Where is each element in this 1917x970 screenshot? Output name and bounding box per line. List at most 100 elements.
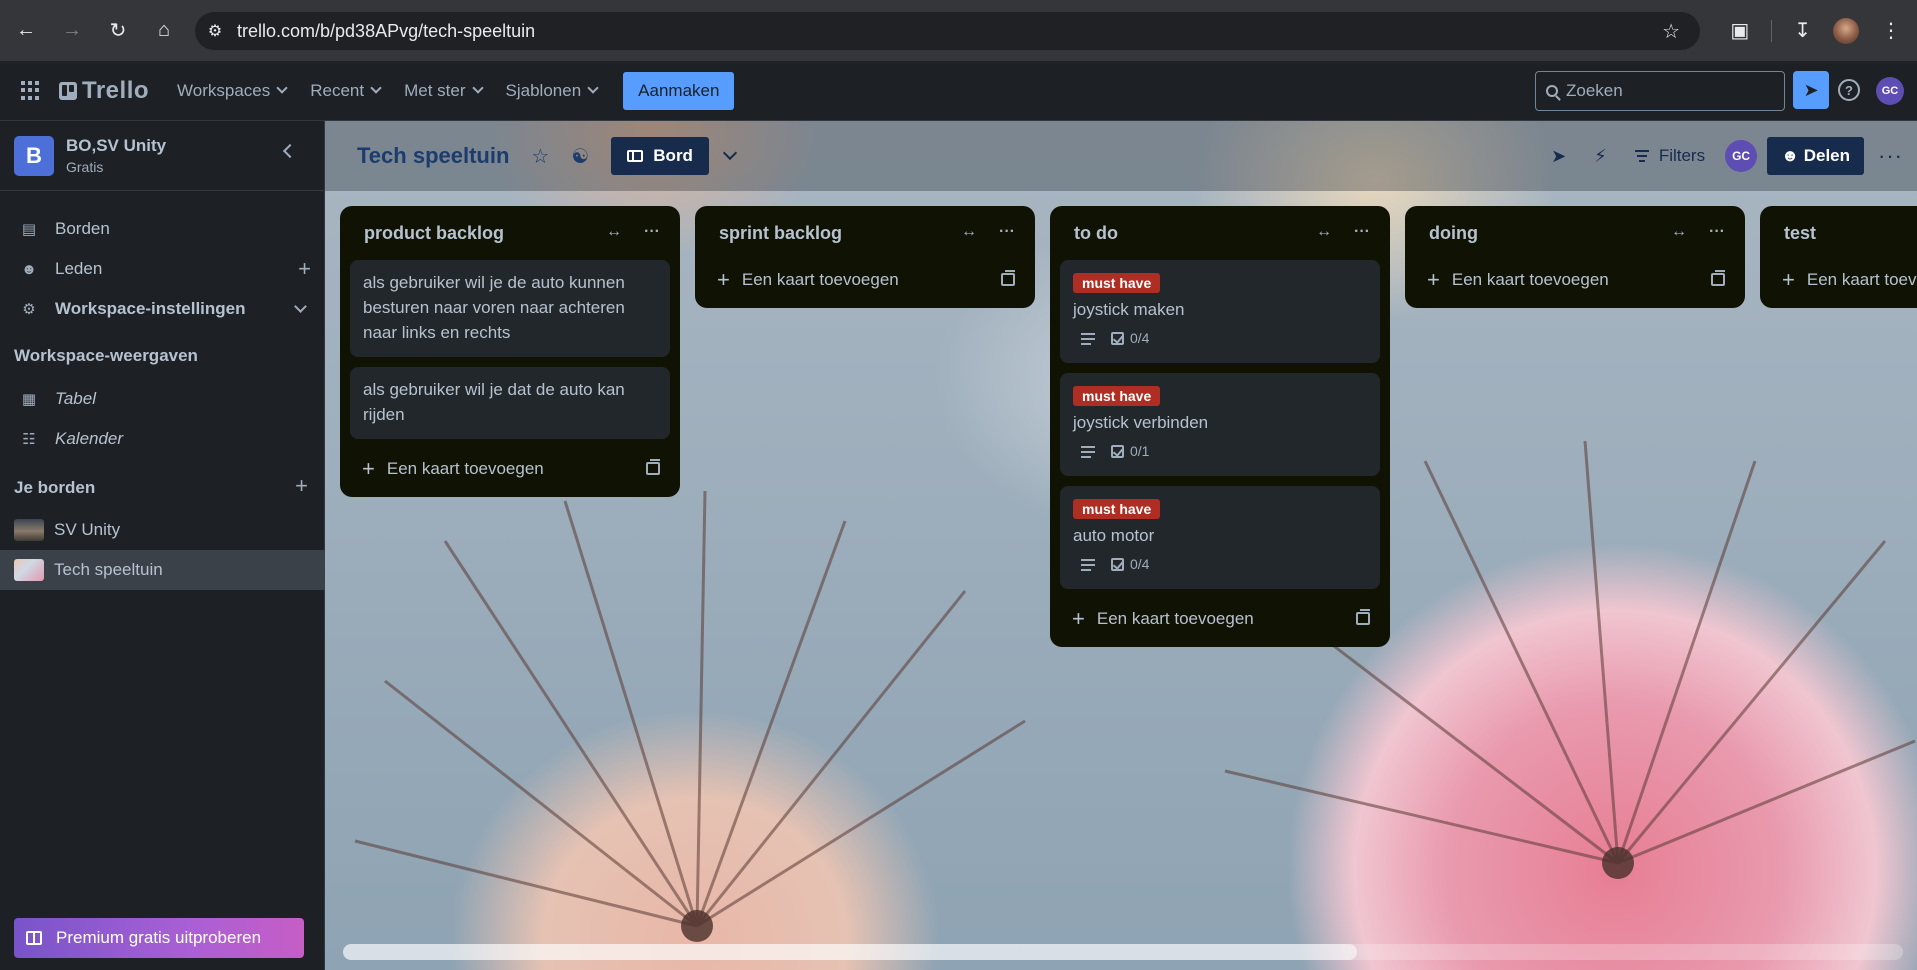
template-icon[interactable] (1001, 270, 1015, 286)
reload-icon[interactable]: ↻ (98, 11, 138, 51)
horizontal-scrollbar[interactable] (343, 944, 1903, 960)
automation-icon[interactable]: ⚡ (1594, 146, 1607, 167)
sidebar-item-boards[interactable]: ▤ Borden (0, 209, 325, 249)
template-icon[interactable] (646, 459, 660, 475)
list-menu-icon[interactable]: ··· (999, 223, 1015, 241)
list-title[interactable]: sprint backlog (719, 223, 842, 244)
list-title[interactable]: doing (1429, 223, 1478, 244)
plus-icon: + (1782, 267, 1795, 292)
more-icon[interactable]: ··· (1878, 143, 1903, 169)
label-must-have[interactable]: must have (1073, 273, 1161, 293)
app-switcher-icon[interactable] (21, 80, 41, 101)
create-button[interactable]: Aanmaken (623, 71, 735, 110)
collapse-list-icon[interactable]: ↔ (1671, 223, 1687, 241)
add-card-button[interactable]: + Een kaart toevoegen (1760, 260, 1917, 300)
menu-workspaces[interactable]: Workspaces (165, 73, 298, 109)
back-icon[interactable]: ← (6, 11, 46, 51)
collapse-list-icon[interactable]: ↔ (961, 223, 977, 241)
share-label: Delen (1803, 146, 1851, 165)
power-ups-icon[interactable]: ➤ (1551, 146, 1566, 167)
collapse-sidebar-icon[interactable] (282, 143, 298, 159)
sidebar-board-tech-speeltuin[interactable]: Tech speeltuin (0, 550, 325, 590)
description-icon (1081, 558, 1095, 571)
sidebar-item-table[interactable]: ▦ Tabel (0, 379, 325, 419)
board-icon: ▤ (21, 221, 37, 238)
chevron-down-icon[interactable] (722, 145, 738, 161)
add-card-button[interactable]: + Een kaart toevoegen (1405, 260, 1745, 300)
label-must-have[interactable]: must have (1073, 499, 1161, 519)
card-title: als gebruiker wil je dat de auto kan rij… (363, 380, 625, 424)
add-card-button[interactable]: + Een kaart toevoegen (340, 449, 680, 489)
sidebar-item-settings[interactable]: ⚙ Workspace-instellingen (0, 289, 325, 329)
add-card-button[interactable]: + Een kaart toevoegen (1050, 599, 1390, 639)
bookmark-star-icon[interactable]: ☆ (1662, 19, 1680, 44)
star-icon[interactable]: ☆ (531, 144, 549, 169)
sidebar-board-sv-unity[interactable]: SV Unity (0, 510, 325, 550)
checklist-count: 0/4 (1130, 556, 1150, 572)
board-view-button[interactable]: Bord (611, 137, 709, 175)
sidebar-item-members[interactable]: ☻ Leden + (0, 249, 325, 289)
board-member-avatar[interactable]: GC (1725, 140, 1758, 172)
filters-label: Filters (1658, 146, 1706, 165)
card[interactable]: must have joystick verbinden 0/1 (1060, 373, 1380, 476)
search-placeholder: Zoeken (1566, 81, 1623, 100)
site-info-icon[interactable]: ⚙ (195, 21, 235, 41)
board-header: Tech speeltuin ☆ ☯ Bord ➤ ⚡ Filters GC ☻… (325, 121, 1917, 191)
board-view-icon (627, 150, 644, 162)
card-title: joystick verbinden (1073, 413, 1209, 432)
chevron-down-icon[interactable] (294, 300, 307, 313)
forward-icon[interactable]: → (52, 11, 92, 51)
scrollbar-thumb[interactable] (343, 944, 1357, 960)
list-title[interactable]: test (1784, 223, 1816, 244)
list-title[interactable]: to do (1074, 223, 1118, 244)
share-button[interactable]: ☻ Delen (1767, 137, 1865, 175)
description-icon (1081, 445, 1095, 458)
address-bar[interactable]: ⚙ trello.com/b/pd38APvg/tech-speeltuin ☆ (195, 12, 1700, 50)
home-icon[interactable]: ⌂ (144, 11, 184, 51)
card[interactable]: als gebruiker wil je de auto kunnen best… (350, 260, 670, 357)
notifications-icon[interactable]: ➤ (1793, 71, 1829, 109)
menu-recent[interactable]: Recent (298, 73, 392, 109)
list-menu-icon[interactable]: ··· (644, 223, 660, 241)
board-thumbnail (14, 559, 44, 581)
search-input[interactable]: Zoeken (1535, 71, 1785, 111)
browser-profile-avatar[interactable] (1833, 17, 1859, 44)
visibility-icon[interactable]: ☯ (571, 144, 589, 169)
card[interactable]: must have auto motor 0/4 (1060, 486, 1380, 589)
add-board-icon[interactable]: + (295, 473, 308, 499)
table-icon: ▦ (21, 391, 37, 408)
workspace-logo[interactable]: B (14, 135, 54, 176)
label-must-have[interactable]: must have (1073, 386, 1161, 406)
help-icon[interactable]: ? (1838, 79, 1860, 101)
card[interactable]: must have joystick maken 0/4 (1060, 260, 1380, 363)
premium-trial-button[interactable]: Premium gratis uitproberen (14, 918, 304, 958)
list-menu-icon[interactable]: ··· (1709, 223, 1725, 241)
checklist-count: 0/4 (1130, 330, 1150, 346)
menu-starred[interactable]: Met ster (392, 73, 493, 109)
list-title[interactable]: product backlog (364, 223, 504, 244)
template-icon[interactable] (1711, 270, 1725, 286)
url-text[interactable]: trello.com/b/pd38APvg/tech-speeltuin (237, 21, 535, 42)
collapse-list-icon[interactable]: ↔ (1316, 223, 1332, 241)
extensions-icon[interactable]: ▣ (1730, 18, 1749, 43)
account-avatar[interactable]: GC (1876, 77, 1904, 105)
checklist-badge: 0/4 (1111, 326, 1149, 351)
gear-icon: ⚙ (22, 301, 36, 318)
menu-templates[interactable]: Sjablonen (494, 73, 610, 109)
collapse-list-icon[interactable]: ↔ (606, 223, 622, 241)
add-member-icon[interactable]: + (298, 256, 311, 282)
trello-logo[interactable]: Trello (59, 77, 149, 105)
filters-button[interactable]: Filters (1634, 146, 1706, 166)
card[interactable]: als gebruiker wil je dat de auto kan rij… (350, 367, 670, 439)
download-icon[interactable]: ↧ (1794, 18, 1811, 43)
list-menu-icon[interactable]: ··· (1354, 223, 1370, 241)
workspace-name[interactable]: BO,SV Unity (66, 136, 166, 156)
browser-menu-icon[interactable]: ⋮ (1881, 18, 1901, 43)
template-icon[interactable] (1356, 609, 1370, 625)
sidebar-item-calendar[interactable]: ☷ Kalender (0, 419, 325, 459)
board-title[interactable]: Tech speeltuin (357, 143, 509, 169)
trello-mark-icon (59, 81, 77, 100)
add-card-button[interactable]: + Een kaart toevoegen (695, 260, 1035, 300)
plus-icon: + (717, 267, 730, 292)
calendar-icon: ☷ (22, 431, 36, 448)
